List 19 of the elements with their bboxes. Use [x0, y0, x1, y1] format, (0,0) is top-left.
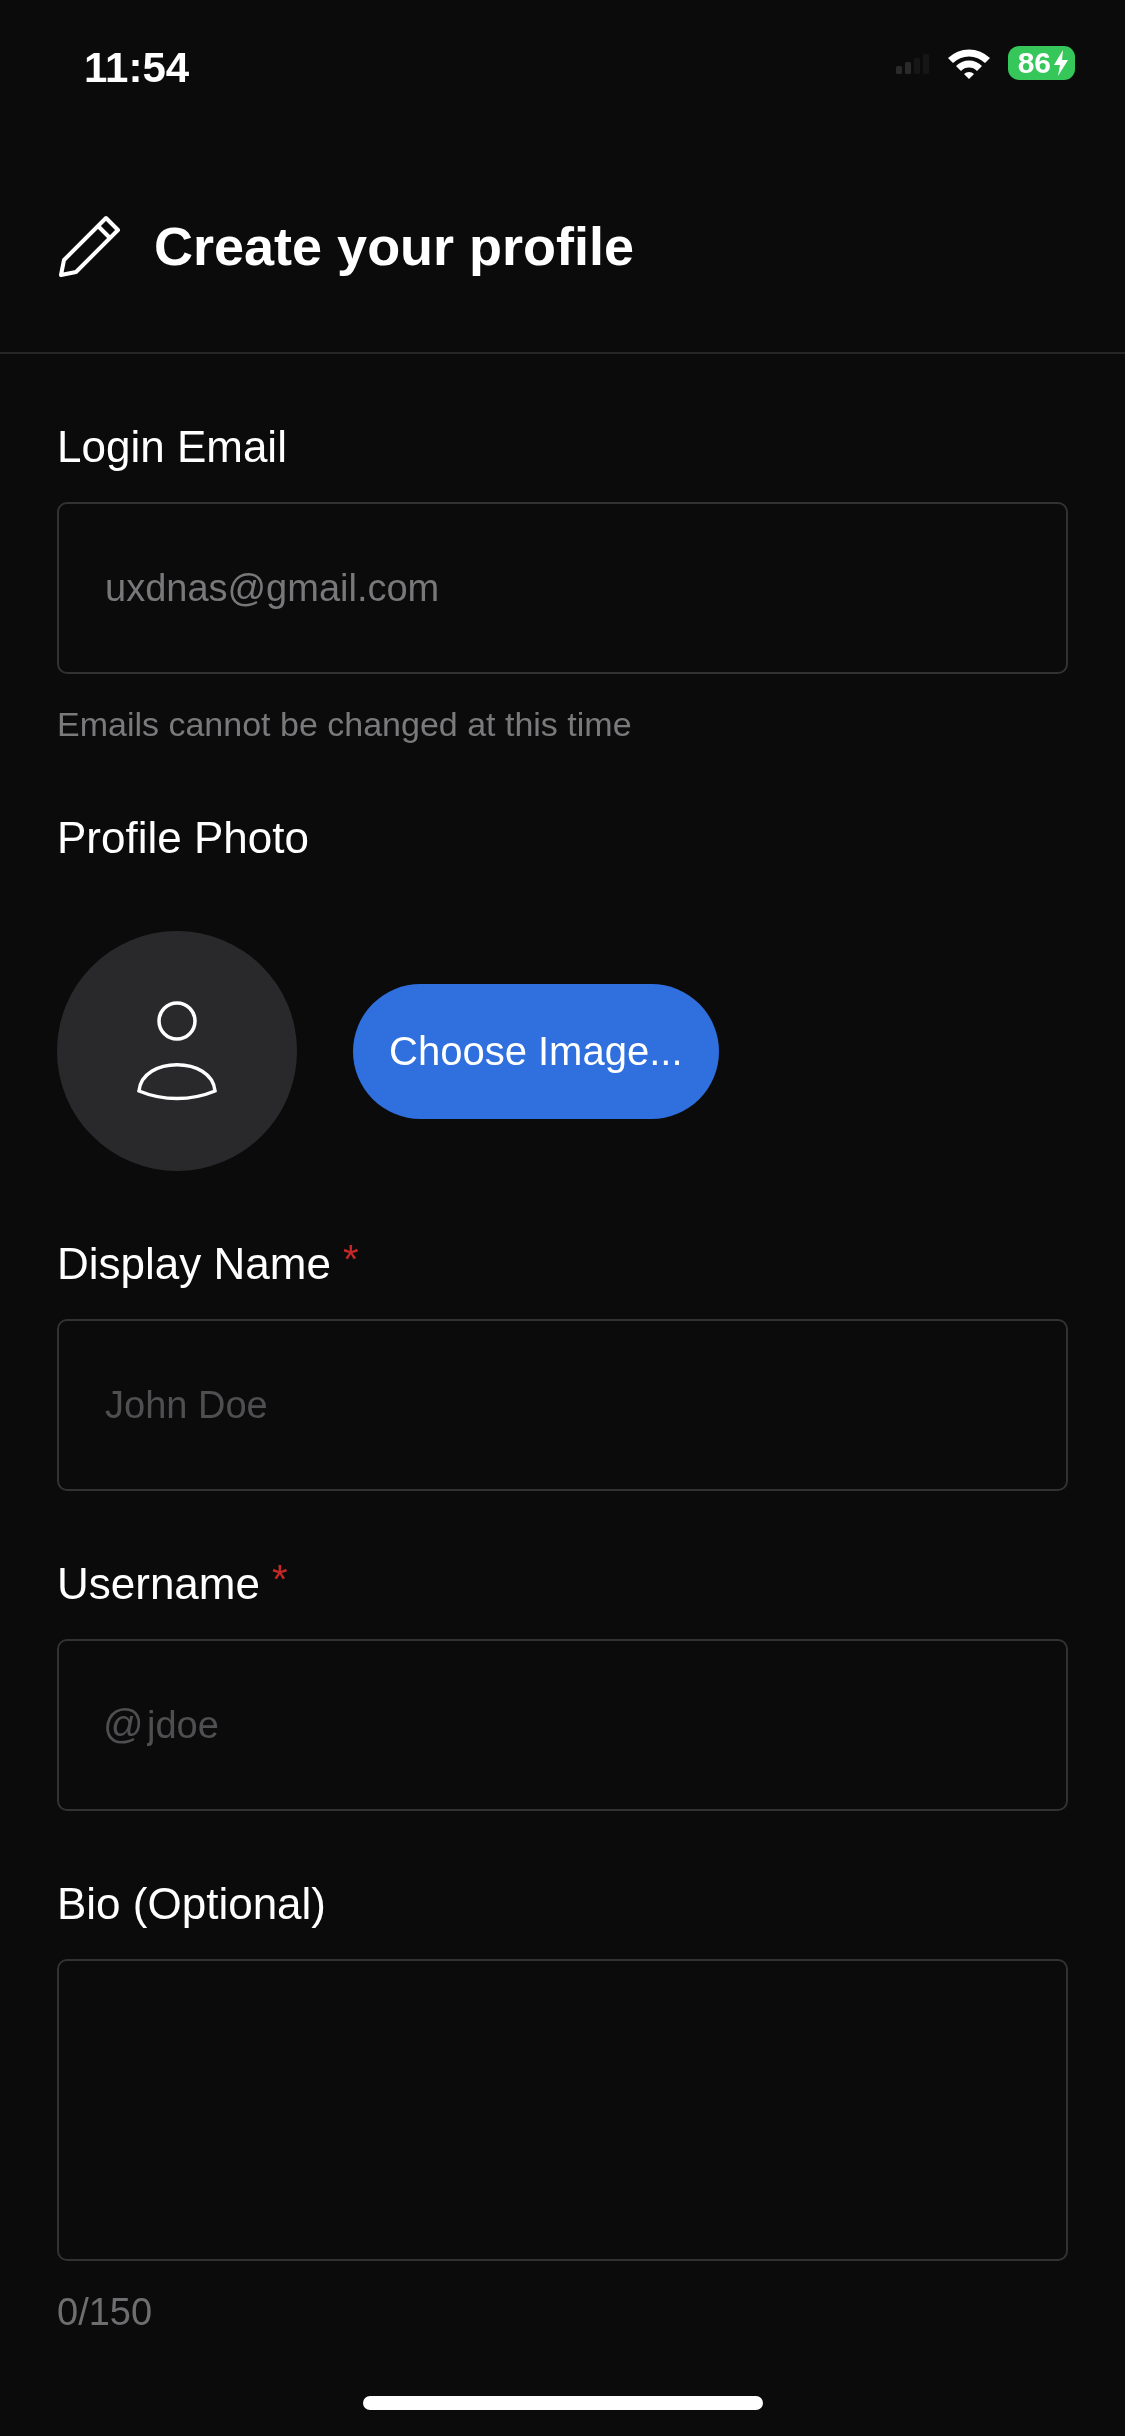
at-prefix: @: [103, 1701, 144, 1747]
field-label: Username: [57, 1558, 260, 1610]
character-counter: 0/150: [57, 2290, 154, 2335]
helper-text: Emails cannot be changed at this time: [57, 704, 633, 745]
battery-icon: 86: [1007, 46, 1075, 80]
page-title: Create your profile: [154, 215, 635, 277]
status-time: 11:54: [84, 44, 190, 92]
required-asterisk: *: [271, 1557, 288, 1601]
required-asterisk: *: [342, 1237, 359, 1281]
input-field[interactable]: John Doe: [57, 1319, 1068, 1491]
person-icon: [136, 1001, 218, 1101]
field-label: Login Email: [57, 421, 287, 473]
signal-icon: [895, 52, 930, 74]
pencil-icon: [58, 214, 122, 278]
field-label: Display Name: [57, 1238, 331, 1290]
field-label: Bio (Optional): [57, 1878, 326, 1930]
field-label: Profile Photo: [57, 812, 309, 864]
bio-field[interactable]: [57, 1959, 1068, 2261]
choose-image-button[interactable]: Choose Image...: [353, 983, 719, 1119]
